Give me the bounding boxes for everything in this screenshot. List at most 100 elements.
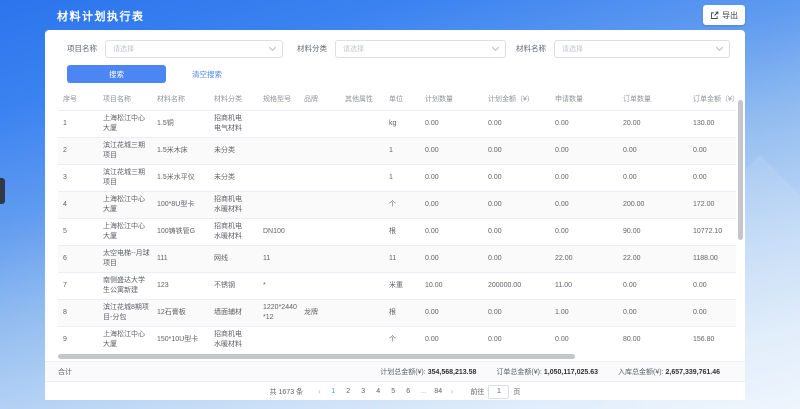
vertical-scrollbar[interactable] bbox=[738, 100, 743, 240]
table-cell: 网线 bbox=[209, 245, 258, 272]
prev-page-button[interactable] bbox=[313, 387, 326, 396]
table-header-cell: 其他属性 bbox=[340, 88, 384, 110]
table-cell: 0.00 bbox=[550, 218, 618, 245]
table-row[interactable]: 8滨江花城8期项目-分包12石膏板墙面辅材1220*2440*12龙牌根0.00… bbox=[58, 299, 736, 326]
table-cell: 2 bbox=[58, 137, 98, 164]
table-cell: 招商机电 水暖材料 bbox=[209, 218, 258, 245]
table-cell: 80.00 bbox=[618, 326, 688, 353]
page-number-button[interactable]: 6 bbox=[401, 388, 416, 395]
table-cell: 4 bbox=[58, 191, 98, 218]
table-cell bbox=[340, 326, 384, 353]
table-cell: 0.00 bbox=[550, 191, 618, 218]
planned-total-value: 354,568,213.58 bbox=[428, 369, 477, 376]
chevron-down-icon bbox=[269, 43, 276, 50]
table-header-cell: 材料名称 bbox=[152, 88, 209, 110]
horizontal-scrollbar[interactable] bbox=[58, 354, 575, 359]
action-bar: 搜索 清空搜索 bbox=[67, 65, 222, 83]
table-row[interactable]: 6太空电梯--月球项目111网线11110.000.0022.0022.0011… bbox=[58, 245, 736, 272]
table-header-cell: 单位 bbox=[384, 88, 420, 110]
export-label: 导出 bbox=[722, 10, 738, 21]
table-cell bbox=[258, 137, 299, 164]
table-row[interactable]: 4上海松江中心大厦100*8U型卡招商机电 水暖材料个0.000.000.002… bbox=[58, 191, 736, 218]
table-cell bbox=[299, 137, 340, 164]
table-cell: 0.00 bbox=[483, 137, 550, 164]
next-page-button[interactable] bbox=[446, 387, 459, 396]
table-cell bbox=[340, 110, 384, 137]
table-cell: 1.5铜 bbox=[152, 110, 209, 137]
table-row[interactable]: 9上海松江中心大厦150*10U型卡招商机电 水暖材料个0.000.000.00… bbox=[58, 326, 736, 353]
page-number-button[interactable]: 3 bbox=[356, 388, 371, 395]
table-cell: 米重 bbox=[384, 272, 420, 299]
order-total-value: 1,050,117,025.63 bbox=[544, 369, 598, 376]
summary-items: 计划总金额(¥):354,568,213.58 订单总金额(¥):1,050,1… bbox=[380, 367, 720, 377]
table-cell bbox=[340, 164, 384, 191]
table-header-cell: 序号 bbox=[58, 88, 98, 110]
content-card: 项目名称 请选择 材料分类 请选择 材料名称 请选择 搜索 清空搜索 bbox=[45, 30, 745, 400]
select-placeholder: 请选择 bbox=[343, 44, 364, 54]
goto-page-input[interactable] bbox=[488, 385, 509, 399]
filter-label-material-category: 材料分类 bbox=[297, 43, 327, 54]
chevron-down-icon bbox=[492, 43, 499, 50]
page-number-button[interactable]: 5 bbox=[386, 388, 401, 395]
table-cell: 根 bbox=[384, 299, 420, 326]
table-cell: 1 bbox=[384, 137, 420, 164]
filter-bar: 项目名称 请选择 材料分类 请选择 材料名称 请选择 bbox=[45, 39, 745, 58]
table-cell bbox=[258, 191, 299, 218]
clear-search-link[interactable]: 清空搜索 bbox=[192, 69, 222, 80]
pagination: 共 1673 条 123456...84 前往 页 bbox=[45, 383, 745, 400]
table-cell: 招商机电 水暖材料 bbox=[209, 326, 258, 353]
table-cell: 130.00 bbox=[688, 110, 736, 137]
summary-total-label: 合计 bbox=[58, 367, 72, 377]
table-cell: 滨江花城三期项目 bbox=[98, 164, 152, 191]
table-header-cell: 计划数量 bbox=[420, 88, 483, 110]
table-row[interactable]: 3滨江花城三期项目1.5米水平仪未分类10.000.000.000.000.00 bbox=[58, 164, 736, 191]
table-row[interactable]: 2滨江花城三期项目1.5米木床未分类10.000.000.000.000.00 bbox=[58, 137, 736, 164]
table-cell: 0.00 bbox=[618, 272, 688, 299]
order-total-amount: 订单总金额(¥):1,050,117,025.63 bbox=[496, 367, 598, 377]
table-row[interactable]: 7南侧盛达大学生公寓新建123不锈钢*米重10.00200000.0011.00… bbox=[58, 272, 736, 299]
material-category-select[interactable]: 请选择 bbox=[335, 40, 506, 58]
table-row[interactable]: 5上海松江中心大厦100铸铁管G招商机电 水暖材料DN100根0.000.000… bbox=[58, 218, 736, 245]
table-cell: 0.00 bbox=[618, 164, 688, 191]
table-row[interactable]: 1上海松江中心大厦1.5铜招商机电 电气材料kg0.000.000.0020.0… bbox=[58, 110, 736, 137]
table-cell: 0.00 bbox=[618, 137, 688, 164]
table-cell: 0.00 bbox=[483, 110, 550, 137]
material-name-select[interactable]: 请选择 bbox=[554, 40, 730, 58]
order-total-label: 订单总金额(¥): bbox=[496, 369, 542, 376]
export-button[interactable]: 导出 bbox=[703, 5, 745, 25]
table-cell: 0.00 bbox=[483, 326, 550, 353]
page-number-button[interactable]: 4 bbox=[371, 388, 386, 395]
table-cell: 90.00 bbox=[618, 218, 688, 245]
table-cell: 上海松江中心大厦 bbox=[98, 110, 152, 137]
table-cell: 172.00 bbox=[688, 191, 736, 218]
project-name-select[interactable]: 请选择 bbox=[105, 40, 283, 58]
table-cell: 0.00 bbox=[420, 164, 483, 191]
table-cell: 111 bbox=[152, 245, 209, 272]
table-cell: 0.00 bbox=[618, 299, 688, 326]
page-number-button[interactable]: 1 bbox=[326, 388, 341, 395]
page-number-button[interactable]: 84 bbox=[431, 388, 446, 395]
page-number-button[interactable]: 2 bbox=[341, 388, 356, 395]
table-cell: 不锈钢 bbox=[209, 272, 258, 299]
table-cell: 0.00 bbox=[688, 272, 736, 299]
table-cell: 0.00 bbox=[483, 218, 550, 245]
table-cell: 0.00 bbox=[688, 137, 736, 164]
table-cell: 11 bbox=[258, 245, 299, 272]
table-cell bbox=[340, 245, 384, 272]
table-cell: 11.00 bbox=[550, 272, 618, 299]
table-cell: 1220*2440*12 bbox=[258, 299, 299, 326]
table-cell: 1.5米水平仪 bbox=[152, 164, 209, 191]
inbound-total-value: 2,657,339,761.46 bbox=[666, 369, 721, 376]
table-cell: 7 bbox=[58, 272, 98, 299]
materials-table: 序号项目名称材料名称材料分类规格型号品牌其他属性单位计划数量计划金额（¥）申请数… bbox=[58, 88, 736, 353]
planned-total-label: 计划总金额(¥): bbox=[380, 369, 426, 376]
search-button[interactable]: 搜索 bbox=[67, 65, 166, 83]
table-cell: 上海松江中心大厦 bbox=[98, 191, 152, 218]
sidebar-collapse-handle[interactable] bbox=[0, 178, 5, 204]
table-cell: 0.00 bbox=[420, 218, 483, 245]
page-ellipsis: ... bbox=[416, 388, 431, 395]
table-cell bbox=[299, 191, 340, 218]
table-cell: 0.00 bbox=[688, 164, 736, 191]
table-cell: 滨江花城三期项目 bbox=[98, 137, 152, 164]
table-cell: 22.00 bbox=[618, 245, 688, 272]
